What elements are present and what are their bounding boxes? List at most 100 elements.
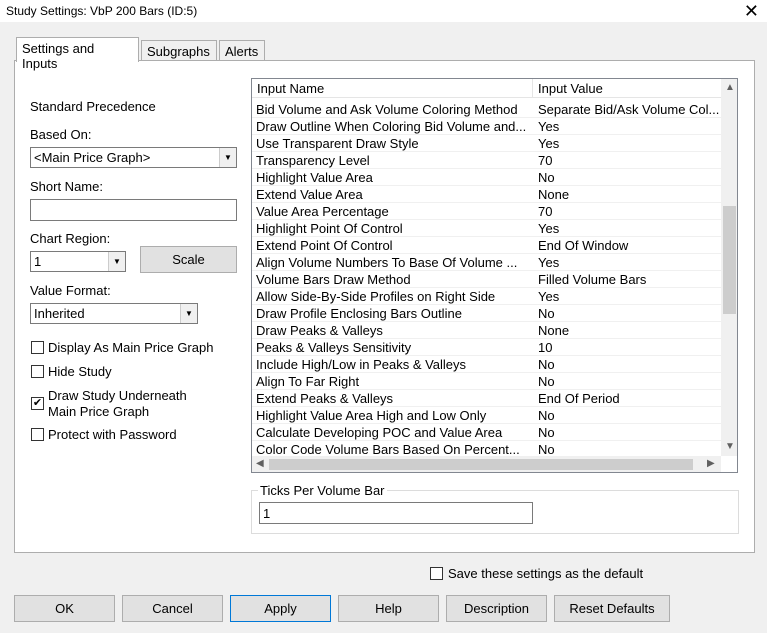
column-header-input-value[interactable]: Input Value — [533, 79, 722, 98]
help-button[interactable]: Help — [338, 595, 439, 622]
save-default-label: Save these settings as the default — [448, 566, 644, 581]
cancel-button[interactable]: Cancel — [122, 595, 223, 622]
chevron-down-icon[interactable]: ▼ — [219, 148, 236, 167]
input-value[interactable]: Separate Bid/Ask Volume Col... — [538, 102, 720, 117]
table-row[interactable]: Extend Value Area None — [252, 186, 721, 203]
input-name: Value Area Percentage — [256, 204, 389, 219]
chevron-down-icon[interactable]: ▼ — [108, 252, 125, 271]
input-value[interactable]: End Of Window — [538, 238, 720, 253]
chevron-down-icon[interactable]: ▼ — [180, 304, 197, 323]
input-name: Use Transparent Draw Style — [256, 136, 419, 151]
vertical-scrollbar[interactable]: ▲ ▼ — [721, 79, 737, 456]
input-name: Draw Outline When Coloring Bid Volume an… — [256, 119, 527, 134]
tab-subgraphs[interactable]: Subgraphs — [141, 40, 217, 61]
close-icon[interactable]: ✕ — [744, 1, 759, 22]
column-header-input-name[interactable]: Input Name — [252, 79, 533, 98]
table-row[interactable]: Allow Side-By-Side Profiles on Right Sid… — [252, 288, 721, 305]
grid-header: Input Name Input Value — [252, 79, 722, 98]
input-name: Draw Profile Enclosing Bars Outline — [256, 306, 462, 321]
input-value[interactable]: Yes — [538, 221, 720, 236]
input-name: Peaks & Valleys Sensitivity — [256, 340, 412, 355]
input-name: Align To Far Right — [256, 374, 360, 389]
inputs-grid: Input Name Input Value Bid Volume and As… — [251, 78, 738, 473]
hide-study-checkbox[interactable] — [31, 365, 44, 378]
table-row[interactable]: Volume Bars Draw Method Filled Volume Bar… — [252, 271, 721, 288]
tab-alerts[interactable]: Alerts — [219, 40, 265, 61]
chart-region-label: Chart Region: — [30, 231, 111, 246]
input-value[interactable]: None — [538, 187, 720, 202]
ticks-input[interactable]: 1 — [259, 502, 533, 524]
input-name: Bid Volume and Ask Volume Coloring Metho… — [256, 102, 518, 117]
scroll-down-icon[interactable]: ▼ — [725, 441, 735, 452]
table-row[interactable]: Align Volume Numbers To Base Of Volume .… — [252, 254, 721, 271]
input-value[interactable]: No — [538, 408, 720, 423]
input-value[interactable]: Yes — [538, 255, 720, 270]
input-name: Calculate Developing POC and Value Area — [256, 425, 503, 440]
vertical-scroll-thumb[interactable] — [723, 206, 736, 314]
display-as-main-checkbox[interactable] — [31, 341, 44, 354]
input-value[interactable]: No — [538, 306, 720, 321]
table-row[interactable]: Draw Outline When Coloring Bid Volume an… — [252, 118, 721, 135]
table-row[interactable]: Calculate Developing POC and Value Area N… — [252, 424, 721, 441]
table-row[interactable]: Highlight Value Area No — [252, 169, 721, 186]
table-row[interactable]: Peaks & Valleys Sensitivity 10 — [252, 339, 721, 356]
chart-region-select[interactable]: 1 ▼ — [30, 251, 126, 272]
table-row[interactable]: Draw Profile Enclosing Bars Outline No — [252, 305, 721, 322]
horizontal-scroll-thumb[interactable] — [269, 459, 693, 470]
input-value[interactable]: 70 — [538, 204, 720, 219]
based-on-select[interactable]: <Main Price Graph> ▼ — [30, 147, 237, 168]
value-format-select[interactable]: Inherited ▼ — [30, 303, 198, 324]
hide-study-label: Hide Study — [48, 364, 112, 379]
precedence-label: Standard Precedence — [30, 99, 156, 114]
input-value[interactable]: No — [538, 374, 720, 389]
input-value[interactable]: 70 — [538, 153, 720, 168]
reset-defaults-button[interactable]: Reset Defaults — [554, 595, 670, 622]
table-row[interactable]: Align To Far Right No — [252, 373, 721, 390]
table-row[interactable]: Include High/Low in Peaks & Valleys No — [252, 356, 721, 373]
scale-button[interactable]: Scale — [140, 246, 237, 273]
ok-button[interactable]: OK — [14, 595, 115, 622]
draw-underneath-checkbox[interactable]: ✔ — [31, 397, 44, 410]
apply-button[interactable]: Apply — [230, 595, 331, 622]
scroll-right-icon[interactable]: ▶ — [707, 458, 715, 469]
horizontal-scrollbar[interactable]: ◀ ▶ — [252, 456, 721, 472]
input-name: Highlight Value Area High and Low Only — [256, 408, 487, 423]
table-row[interactable]: Transparency Level 70 — [252, 152, 721, 169]
draw-underneath-label: Draw Study Underneath — [48, 388, 187, 403]
input-name: Allow Side-By-Side Profiles on Right Sid… — [256, 289, 496, 304]
table-row[interactable]: Highlight Value Area High and Low Only No — [252, 407, 721, 424]
table-row[interactable]: Use Transparent Draw Style Yes — [252, 135, 721, 152]
short-name-label: Short Name: — [30, 179, 103, 194]
input-value[interactable]: Yes — [538, 119, 720, 134]
input-name: Align Volume Numbers To Base Of Volume .… — [256, 255, 518, 270]
input-value[interactable]: Yes — [538, 289, 720, 304]
protect-password-label: Protect with Password — [48, 427, 177, 442]
description-button[interactable]: Description — [446, 595, 547, 622]
table-row[interactable]: Highlight Point Of Control Yes — [252, 220, 721, 237]
input-value[interactable]: Filled Volume Bars — [538, 272, 720, 287]
table-row[interactable]: Extend Point Of Control End Of Window — [252, 237, 721, 254]
ticks-label: Ticks Per Volume Bar — [258, 483, 387, 498]
input-value[interactable]: No — [538, 357, 720, 372]
protect-password-checkbox[interactable] — [31, 428, 44, 441]
table-row[interactable]: Extend Peaks & Valleys End Of Period — [252, 390, 721, 407]
display-as-main-label: Display As Main Price Graph — [48, 340, 214, 355]
input-value[interactable]: Yes — [538, 136, 720, 151]
input-value[interactable]: None — [538, 323, 720, 338]
scroll-up-icon[interactable]: ▲ — [725, 82, 735, 93]
table-row[interactable]: Bid Volume and Ask Volume Coloring Metho… — [252, 101, 721, 118]
input-name: Extend Peaks & Valleys — [256, 391, 394, 406]
value-format-label: Value Format: — [30, 283, 111, 298]
short-name-input[interactable] — [30, 199, 237, 221]
input-value[interactable]: End Of Period — [538, 391, 720, 406]
scroll-left-icon[interactable]: ◀ — [256, 458, 264, 469]
table-row[interactable]: Draw Peaks & Valleys None — [252, 322, 721, 339]
input-value[interactable]: No — [538, 442, 720, 457]
based-on-value: <Main Price Graph> — [34, 150, 151, 165]
input-value[interactable]: No — [538, 425, 720, 440]
save-default-checkbox[interactable] — [430, 567, 443, 580]
input-value[interactable]: No — [538, 170, 720, 185]
input-value[interactable]: 10 — [538, 340, 720, 355]
table-row[interactable]: Value Area Percentage 70 — [252, 203, 721, 220]
tab-settings-and-inputs[interactable]: Settings and Inputs — [16, 37, 139, 71]
